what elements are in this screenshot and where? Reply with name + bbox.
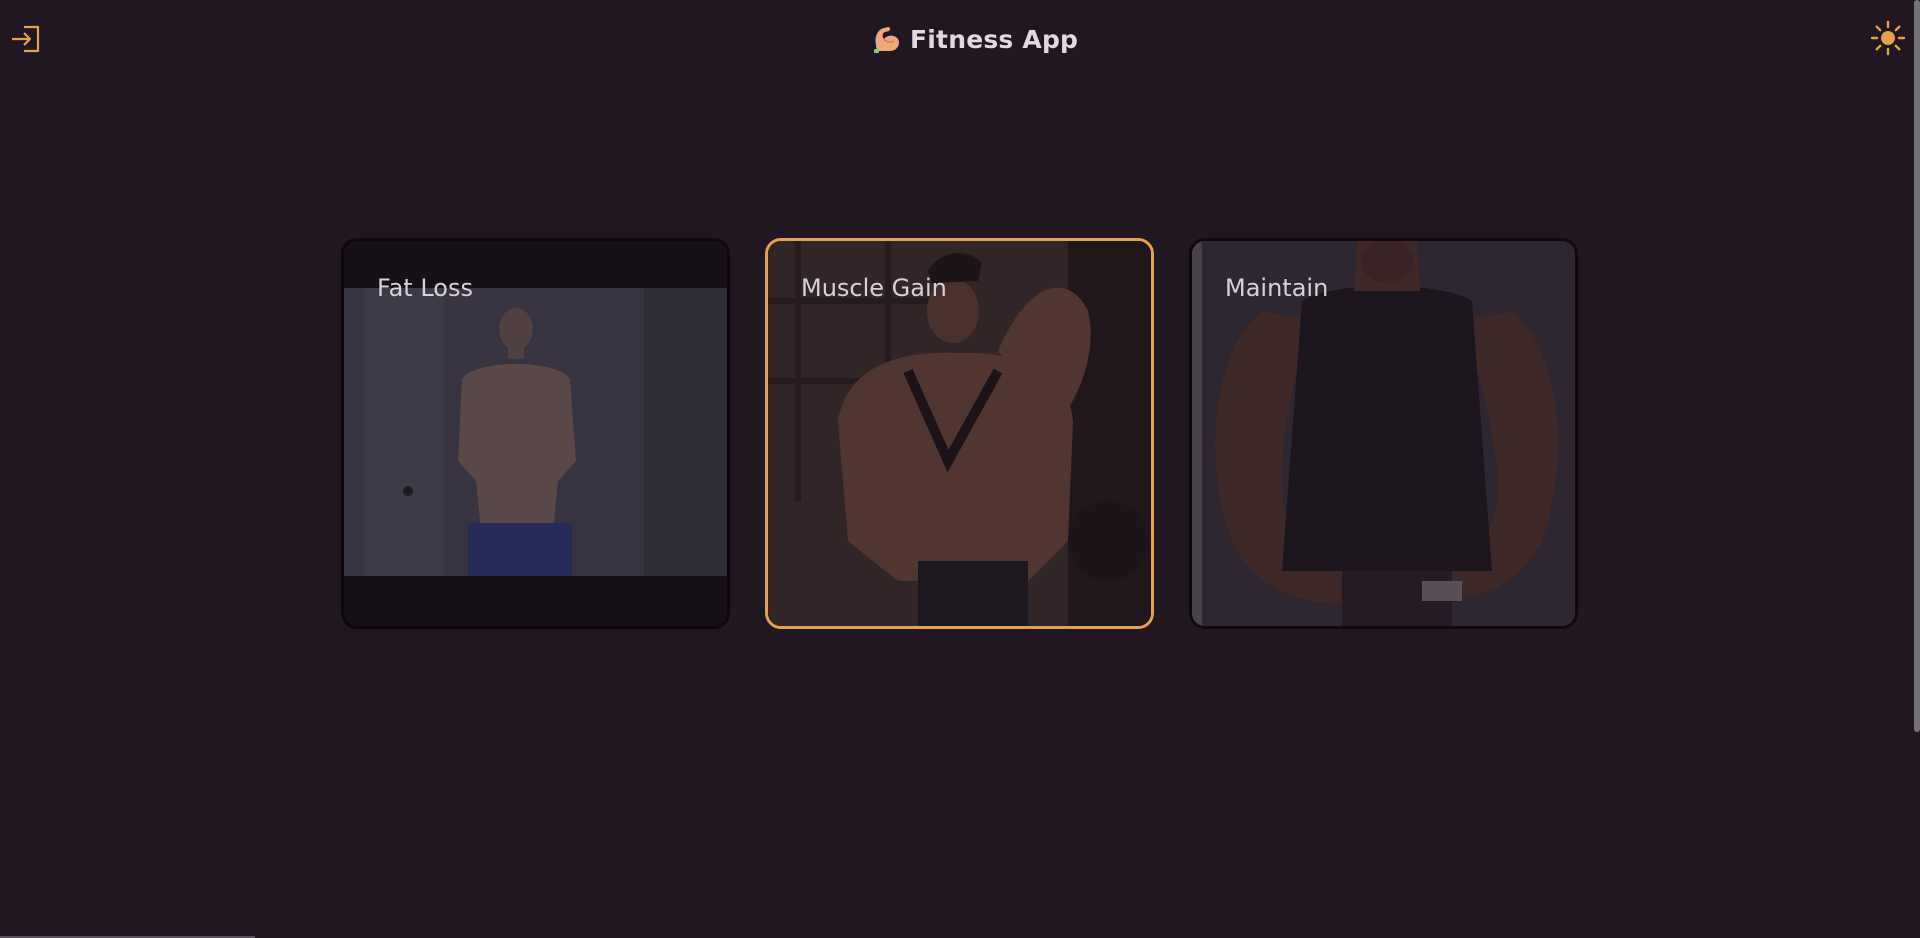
theme-toggle-button[interactable]	[1870, 20, 1906, 56]
goal-card-label: Fat Loss	[377, 274, 473, 302]
app-title: Fitness App	[910, 24, 1079, 54]
app-brand: Fitness App	[870, 21, 1078, 57]
sign-in-button[interactable]	[10, 24, 42, 54]
page-scrollbar[interactable]	[1914, 0, 1920, 732]
goal-card-fat-loss[interactable]: Fat Loss	[341, 238, 730, 629]
goal-card-label: Muscle Gain	[801, 274, 947, 302]
goal-card-muscle-gain[interactable]: Muscle Gain	[765, 238, 1154, 629]
top-bar: Fitness App	[0, 0, 1920, 78]
sign-in-icon	[12, 25, 40, 53]
goal-card-maintain[interactable]: Maintain	[1189, 238, 1578, 629]
goal-card-label: Maintain	[1225, 274, 1329, 302]
flexed-biceps-icon	[874, 27, 900, 53]
sun-icon	[1870, 20, 1906, 56]
